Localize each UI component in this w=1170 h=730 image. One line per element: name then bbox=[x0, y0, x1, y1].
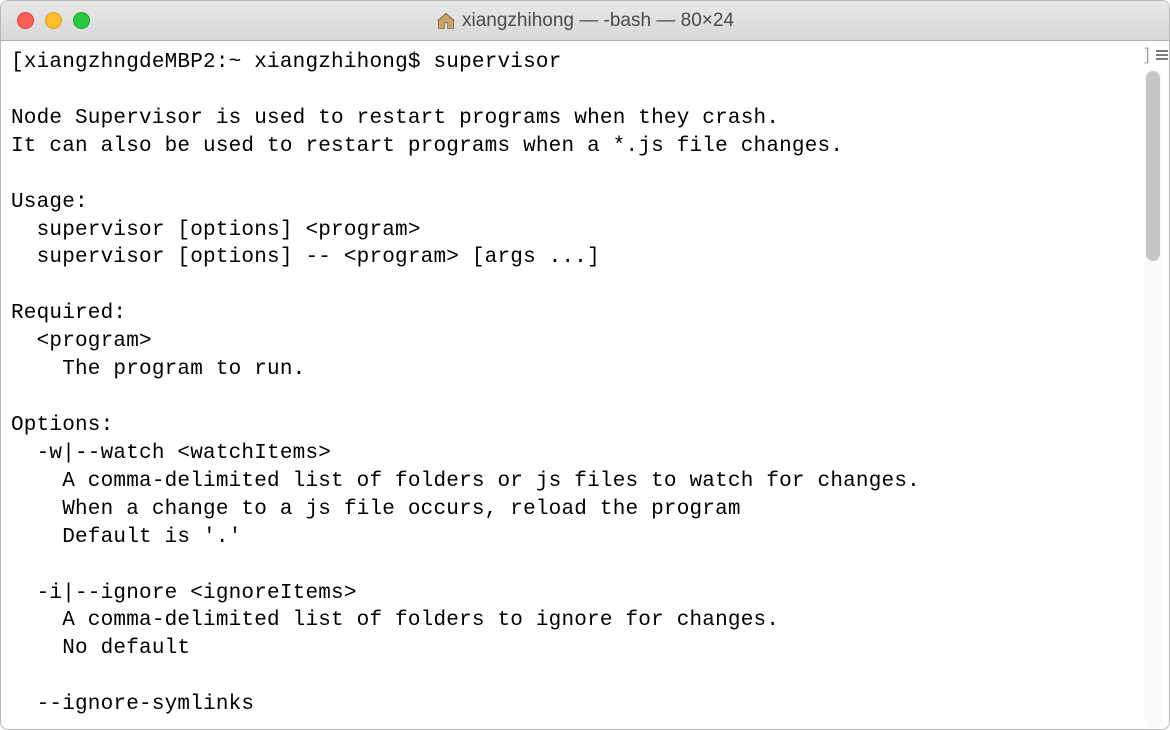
home-icon bbox=[436, 11, 456, 31]
output-line: Options: bbox=[11, 414, 113, 437]
window-title: xiangzhihong — -bash — 80×24 bbox=[436, 10, 734, 32]
output-line: When a change to a js file occurs, reloa… bbox=[11, 498, 741, 521]
output-line: supervisor [options] -- <program> [args … bbox=[11, 246, 600, 269]
terminal-output[interactable]: [xiangzhngdeMBP2:~ xiangzhihong$ supervi… bbox=[1, 41, 1141, 729]
output-line: supervisor [options] <program> bbox=[11, 219, 421, 242]
window-title-text: xiangzhihong — -bash — 80×24 bbox=[462, 10, 734, 32]
output-line: Usage: bbox=[11, 191, 88, 214]
prompt-sep: :~ bbox=[216, 51, 254, 74]
window-titlebar: xiangzhihong — -bash — 80×24 bbox=[1, 1, 1169, 41]
minimize-button[interactable] bbox=[45, 12, 62, 29]
scroll-indicator-icon bbox=[1156, 50, 1168, 60]
right-gutter: ] bbox=[1141, 41, 1169, 729]
output-line: Default is '.' bbox=[11, 526, 241, 549]
scrollbar-track[interactable] bbox=[1144, 69, 1162, 729]
maximize-button[interactable] bbox=[73, 12, 90, 29]
output-line: It can also be used to restart programs … bbox=[11, 135, 843, 158]
output-line: No default bbox=[11, 637, 190, 660]
output-line: A comma-delimited list of folders to ign… bbox=[11, 609, 779, 632]
traffic-lights bbox=[1, 12, 90, 29]
output-line: -i|--ignore <ignoreItems> bbox=[11, 582, 357, 605]
output-line: Node Supervisor is used to restart progr… bbox=[11, 107, 779, 130]
output-line: --ignore-symlinks bbox=[11, 693, 254, 716]
output-line: The program to run. bbox=[11, 358, 305, 381]
close-button[interactable] bbox=[17, 12, 34, 29]
output-line: -w|--watch <watchItems> bbox=[11, 442, 331, 465]
gutter-top: ] bbox=[1142, 41, 1169, 69]
prompt-user: xiangzhihong bbox=[254, 51, 408, 74]
output-line: A comma-delimited list of folders or js … bbox=[11, 470, 920, 493]
scrollbar-thumb[interactable] bbox=[1146, 71, 1160, 261]
prompt-symbol: $ bbox=[408, 51, 434, 74]
output-line: Required: bbox=[11, 302, 126, 325]
output-line: <program> bbox=[11, 330, 152, 353]
typed-command: supervisor bbox=[433, 51, 561, 74]
prompt-open-bracket: [ bbox=[11, 51, 24, 74]
prompt-host: xiangzhngdeMBP2 bbox=[24, 51, 216, 74]
bracket-icon: ] bbox=[1142, 45, 1153, 66]
